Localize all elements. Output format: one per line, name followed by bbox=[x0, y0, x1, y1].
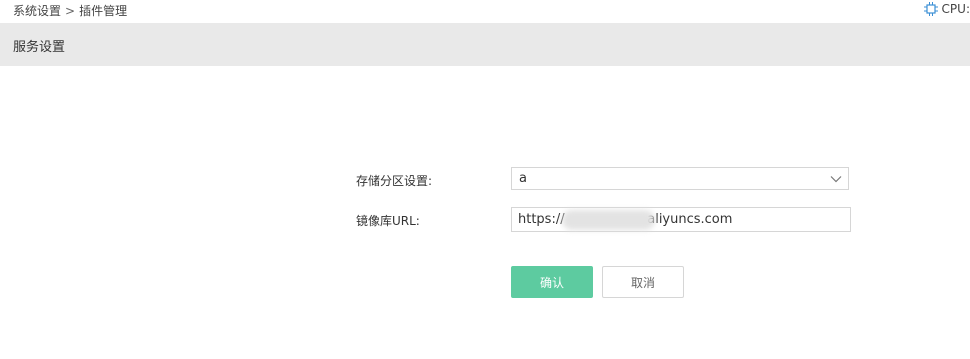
breadcrumb-item-system-settings[interactable]: 系统设置 bbox=[13, 4, 61, 18]
breadcrumb-separator: > bbox=[65, 4, 76, 18]
top-bar: 系统设置 > 插件管理 CPU: bbox=[0, 0, 970, 23]
storage-partition-select[interactable]: a bbox=[511, 167, 849, 190]
cpu-status: CPU: bbox=[923, 2, 970, 16]
section-title: 服务设置 bbox=[13, 40, 66, 55]
storage-partition-label: 存储分区设置: bbox=[356, 174, 433, 188]
cpu-label: CPU: bbox=[941, 2, 970, 16]
confirm-button[interactable]: 确认 bbox=[511, 266, 593, 298]
section-header: 服务设置 bbox=[0, 23, 970, 66]
cancel-button[interactable]: 取消 bbox=[602, 266, 684, 298]
chevron-down-icon bbox=[830, 176, 842, 183]
breadcrumb: 系统设置 > 插件管理 bbox=[13, 2, 127, 19]
cpu-chip-icon bbox=[923, 2, 938, 16]
storage-partition-value: a bbox=[519, 171, 527, 186]
redacted-region bbox=[562, 210, 655, 230]
registry-url-label: 镜像库URL: bbox=[356, 214, 420, 228]
breadcrumb-item-plugin-management[interactable]: 插件管理 bbox=[79, 4, 127, 18]
